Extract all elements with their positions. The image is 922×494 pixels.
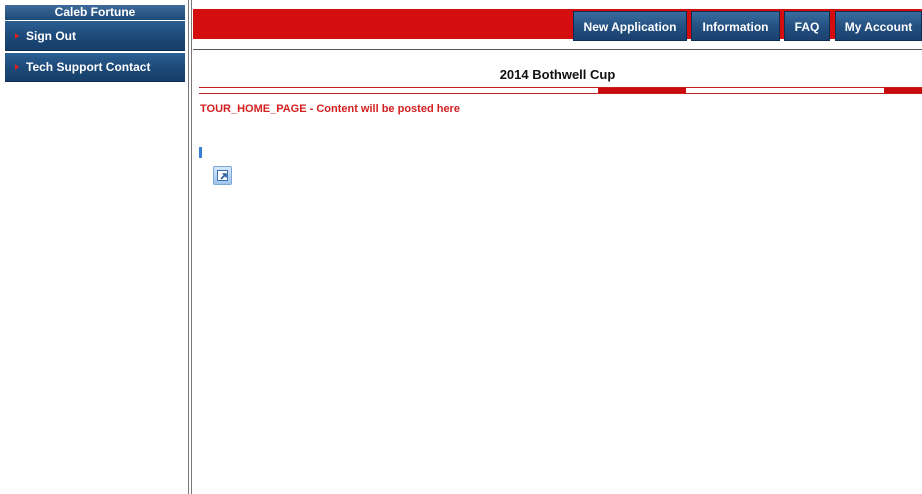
nav-my-account[interactable]: My Account [835,11,922,41]
nav-new-application[interactable]: New Application [573,11,687,41]
text-cursor-marker [199,147,202,158]
content-notice: TOUR_HOME_PAGE - Content will be posted … [200,103,460,115]
header-divider [193,49,922,50]
tech-support-label: Tech Support Contact [26,60,151,74]
external-link-arrow-icon [220,173,227,180]
red-arrow-icon [15,63,19,70]
title-rule-top [199,87,922,88]
tech-support-contact-button[interactable]: Tech Support Contact [5,53,185,82]
frame-divider[interactable] [188,0,192,494]
nav-faq[interactable]: FAQ [784,11,830,41]
user-name-header: Caleb Fortune [5,5,185,20]
nav-information[interactable]: Information [691,11,780,41]
sidebar: Caleb Fortune Sign Out Tech Support Cont… [0,0,186,494]
external-link-icon[interactable] [213,166,232,185]
sign-out-button[interactable]: Sign Out [5,21,185,51]
page-title: 2014 Bothwell Cup [499,67,616,82]
sign-out-label: Sign Out [26,29,76,43]
title-rule-bottom [199,93,922,94]
title-rule-accent [884,88,922,93]
red-arrow-icon [15,32,19,39]
title-rule-accent [598,88,686,93]
